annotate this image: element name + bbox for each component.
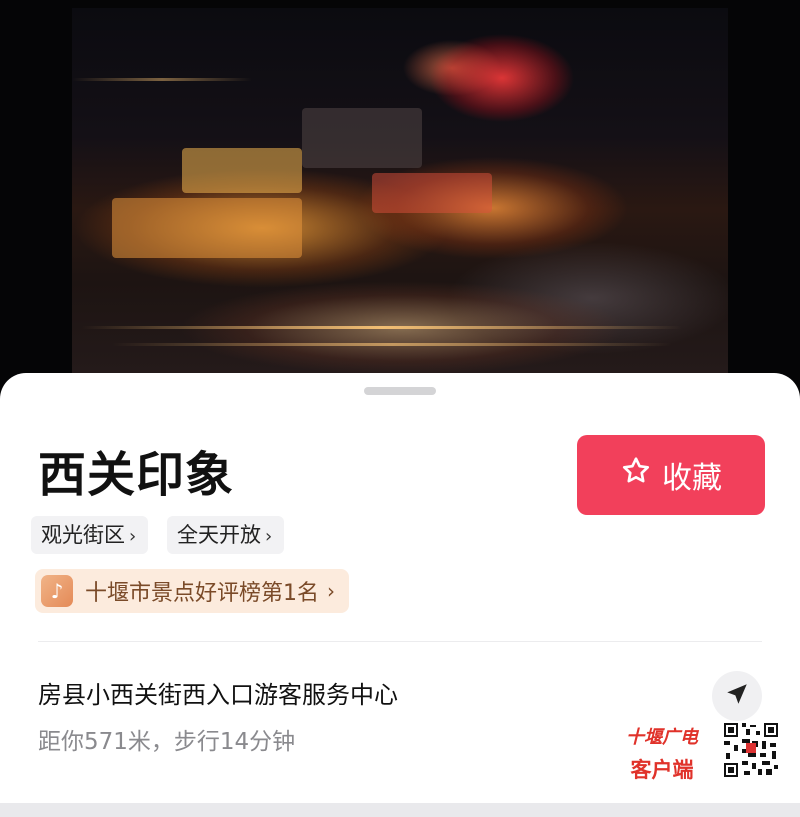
tag-label: 观光街区 — [41, 523, 125, 547]
distant-lights — [72, 78, 252, 81]
ranking-badge[interactable]: ♪ 十堰市景点好评榜第1名 › — [35, 569, 349, 613]
distance-text: 距你571米，步行14分钟 — [38, 729, 296, 755]
night-fireworks-image — [72, 8, 728, 374]
ranking-text: 十堰市景点好评榜第1名 — [85, 581, 319, 606]
favorite-label: 收藏 — [662, 461, 722, 496]
chevron-right-icon: › — [265, 526, 273, 547]
watermark-line1: 十堰广电 — [626, 727, 698, 748]
next-card-edge — [0, 803, 800, 817]
chevron-right-icon: › — [129, 526, 137, 547]
hero-photo[interactable] — [0, 0, 800, 400]
red-gate — [372, 173, 492, 213]
divider — [38, 641, 762, 642]
star-icon — [620, 455, 652, 495]
tag-label: 全天开放 — [177, 523, 261, 547]
lit-building — [112, 198, 302, 258]
dark-building — [302, 108, 422, 168]
place-title: 西关印象 — [38, 447, 235, 503]
tag-chip-hours[interactable]: 全天开放 › — [167, 516, 285, 554]
tag-chip-category[interactable]: 观光街区 › — [31, 516, 149, 554]
drag-handle[interactable] — [364, 387, 436, 395]
lit-pavilion — [182, 148, 302, 193]
watermark-logo: 十堰广电 客户端 — [621, 722, 703, 786]
street-lights — [112, 343, 672, 346]
chevron-right-icon: › — [327, 579, 335, 603]
address-text[interactable]: 房县小西关街西入口游客服务中心 — [38, 675, 398, 710]
douyin-logo-icon: ♪ — [41, 575, 73, 607]
favorite-button[interactable]: 收藏 — [577, 435, 765, 515]
watermark-line2: 客户端 — [630, 758, 694, 782]
navigation-arrow-icon — [724, 681, 750, 711]
street-lights — [82, 326, 682, 329]
navigate-button[interactable] — [712, 671, 762, 721]
place-detail-sheet: 西关印象 收藏 观光街区 › 全天开放 › ♪ 十堰市景点好评榜第1名 › 房县小西… — [0, 373, 800, 803]
qr-code — [722, 721, 780, 779]
